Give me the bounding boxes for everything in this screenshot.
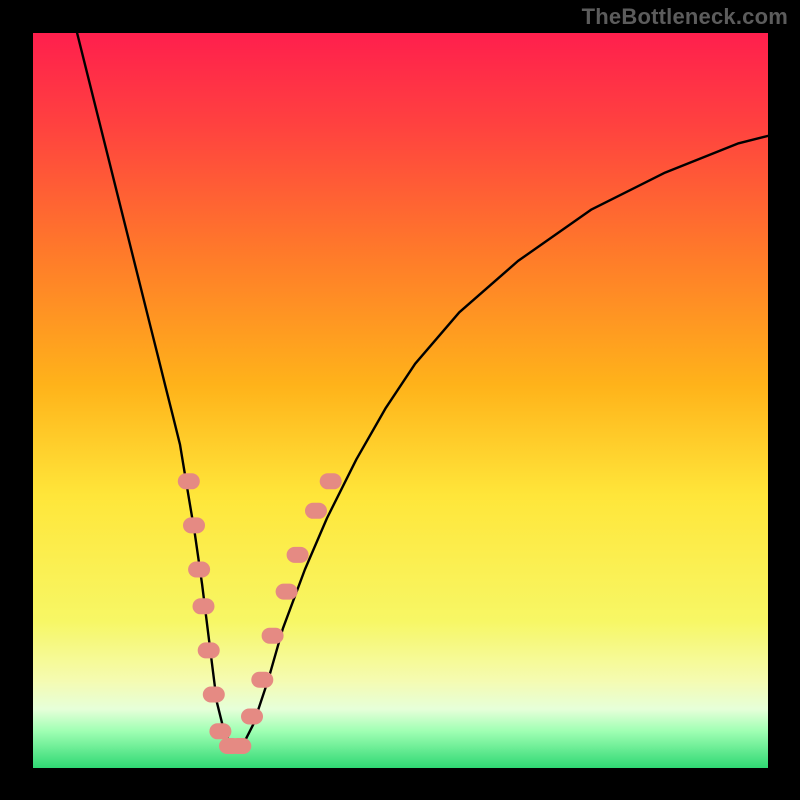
curve-marker xyxy=(287,547,309,563)
chart-frame: TheBottleneck.com xyxy=(0,0,800,800)
curve-marker xyxy=(193,598,215,614)
curve-marker xyxy=(183,517,205,533)
bottleneck-curve xyxy=(77,33,768,746)
curve-marker xyxy=(305,503,327,519)
watermark-text: TheBottleneck.com xyxy=(582,4,788,30)
curve-marker xyxy=(251,672,273,688)
chart-svg xyxy=(33,33,768,768)
curve-marker xyxy=(241,709,263,725)
curve-marker xyxy=(198,642,220,658)
curve-marker xyxy=(320,473,342,489)
curve-marker xyxy=(178,473,200,489)
curve-marker xyxy=(276,584,298,600)
curve-marker xyxy=(188,562,210,578)
curve-marker xyxy=(262,628,284,644)
curve-marker xyxy=(229,738,251,754)
curve-marker xyxy=(203,687,225,703)
curve-marker xyxy=(209,723,231,739)
marker-layer xyxy=(178,473,342,754)
curve-layer xyxy=(77,33,768,746)
chart-plot-area xyxy=(33,33,768,768)
